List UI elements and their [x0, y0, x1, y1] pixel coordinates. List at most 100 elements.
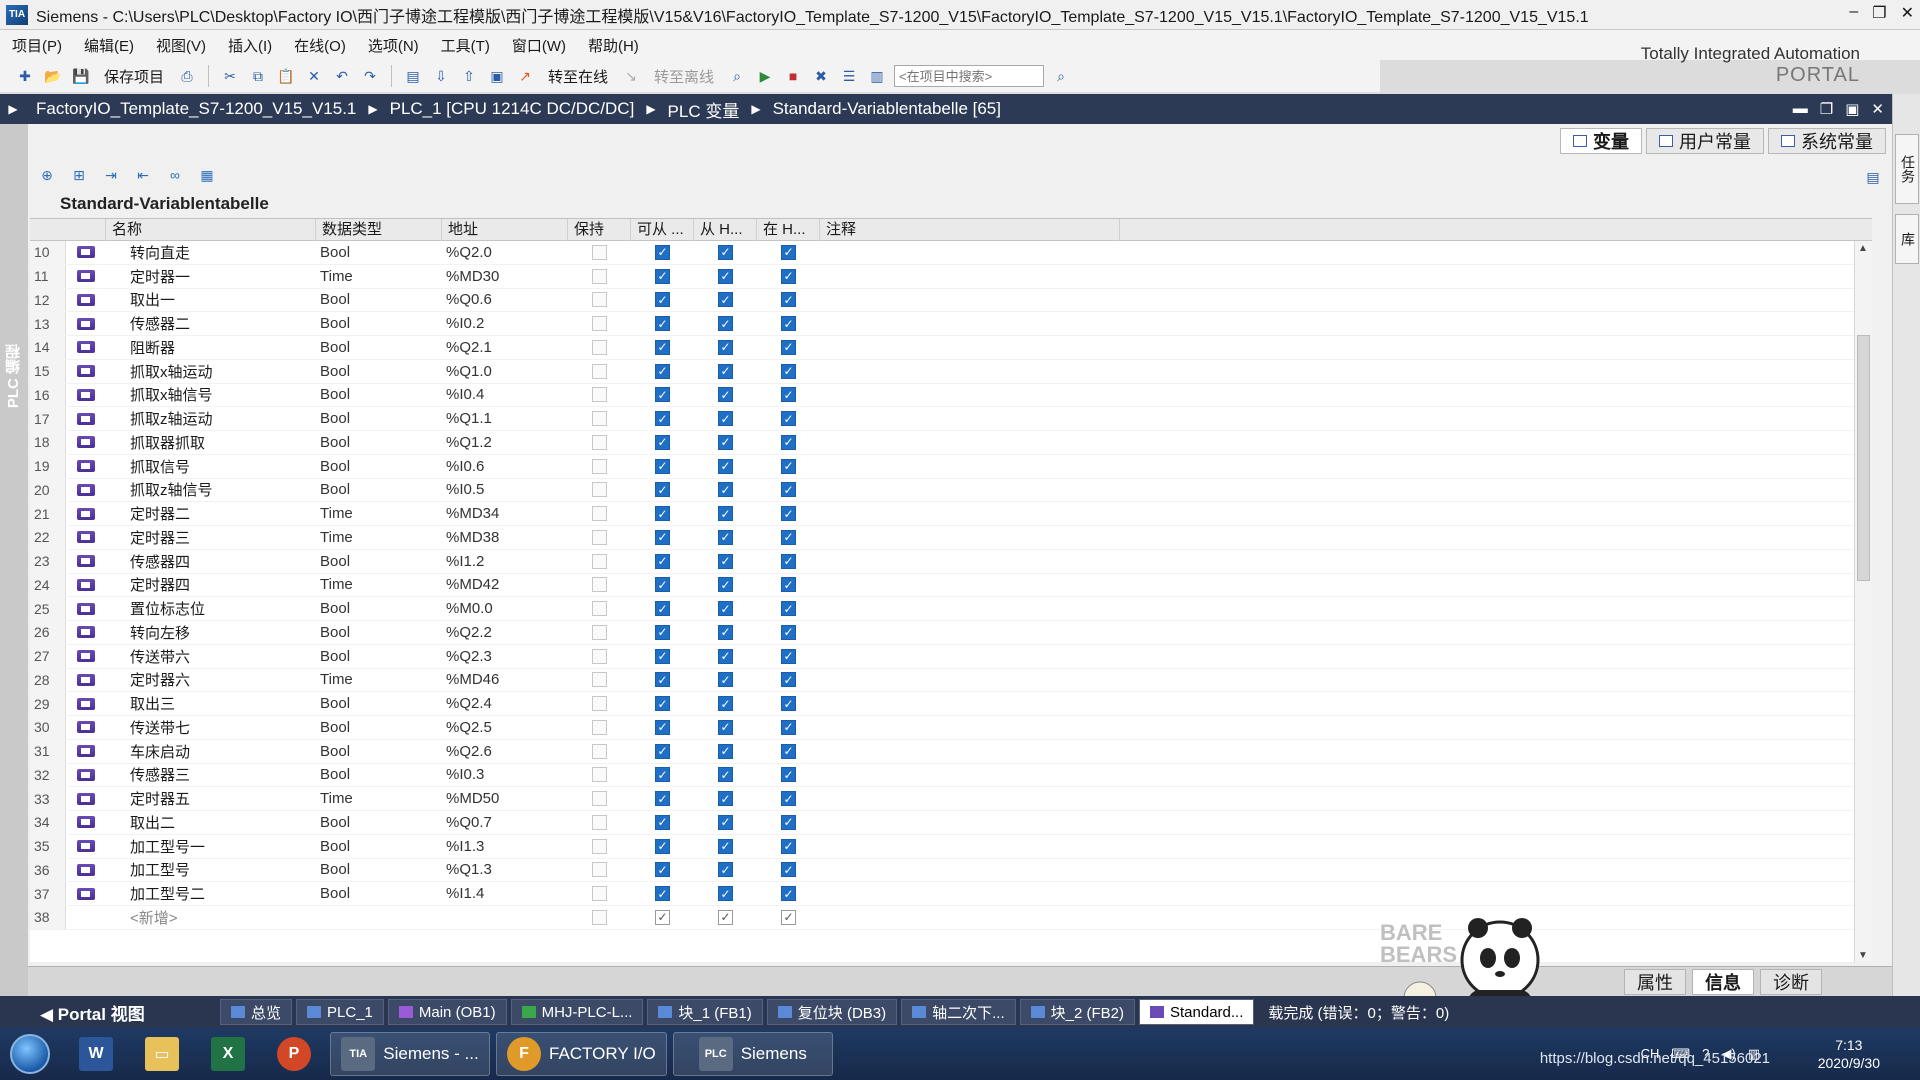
tag-name-cell[interactable]: 抓取x轴运动	[106, 361, 316, 382]
tab-block1-fb1[interactable]: 块_1 (FB1)	[647, 999, 763, 1025]
close-button[interactable]: ✕	[1901, 3, 1914, 23]
address-cell[interactable]: %I0.3	[442, 766, 568, 783]
new-row[interactable]: 38 <新增> ✓ ✓ ✓	[30, 906, 1872, 930]
table-row[interactable]: 25 置位标志位 Bool %M0.0 ✓ ✓ ✓	[30, 597, 1872, 621]
data-type-cell[interactable]: Time	[316, 505, 442, 522]
simulation-icon[interactable]: ▣	[486, 65, 508, 87]
visible-checkbox[interactable]: ✓	[781, 458, 796, 474]
table-row[interactable]: 28 定时器六 Time %MD46 ✓ ✓ ✓	[30, 668, 1872, 693]
retain-checkbox[interactable]	[592, 886, 607, 902]
visible-checkbox[interactable]: ✓	[781, 648, 796, 664]
address-cell[interactable]: %Q0.6	[442, 291, 568, 308]
table-row[interactable]: 37 加工型号二 Bool %I1.4 ✓ ✓ ✓	[30, 882, 1872, 906]
accessible-checkbox[interactable]: ✓	[655, 316, 670, 332]
address-cell[interactable]: %Q2.1	[442, 339, 568, 356]
accessible-checkbox[interactable]: ✓	[655, 244, 670, 260]
visible-checkbox[interactable]: ✓	[781, 601, 796, 617]
compile-icon[interactable]: ▤	[402, 65, 424, 87]
accessible-checkbox[interactable]: ✓	[655, 482, 670, 498]
visible-checkbox[interactable]: ✓	[781, 387, 796, 403]
download-icon[interactable]: ⇩	[430, 65, 452, 87]
save-icon[interactable]: 💾	[70, 65, 92, 87]
data-type-cell[interactable]: Time	[316, 529, 442, 546]
tag-name-cell[interactable]: 定时器一	[106, 266, 316, 287]
data-type-cell[interactable]: Bool	[316, 766, 442, 783]
scroll-down-icon[interactable]: ▼	[1858, 950, 1868, 961]
tab-user-constants[interactable]: 用户常量	[1646, 128, 1764, 154]
cross-reference-icon[interactable]: ✖	[810, 65, 832, 87]
start-cpu-icon[interactable]: ▶	[754, 65, 776, 87]
retain-checkbox[interactable]	[592, 696, 607, 712]
writable-checkbox[interactable]: ✓	[718, 814, 733, 830]
tab-diagnostics[interactable]: 诊断	[1760, 969, 1822, 995]
tag-name-cell[interactable]: 定时器四	[106, 574, 316, 595]
accessible-checkbox[interactable]: ✓	[655, 292, 670, 308]
visible-checkbox[interactable]: ✓	[781, 482, 796, 498]
accessible-checkbox[interactable]: ✓	[655, 719, 670, 735]
accessible-checkbox[interactable]: ✓	[655, 862, 670, 878]
address-cell[interactable]: %MD50	[442, 790, 568, 807]
menu-insert[interactable]: 插入(I)	[228, 35, 272, 56]
accessible-checkbox[interactable]: ✓	[655, 363, 670, 379]
writable-checkbox[interactable]: ✓	[718, 577, 733, 593]
address-cell[interactable]: %I0.5	[442, 481, 568, 498]
table-row[interactable]: 36 加工型号 Bool %Q1.3 ✓ ✓ ✓	[30, 858, 1872, 883]
undo-icon[interactable]: ↶	[331, 65, 353, 87]
writable-checkbox[interactable]: ✓	[718, 363, 733, 379]
table-row[interactable]: 16 抓取x轴信号 Bool %I0.4 ✓ ✓ ✓	[30, 383, 1872, 408]
tag-name-cell[interactable]: 传感器三	[106, 764, 316, 785]
data-type-cell[interactable]: Bool	[316, 600, 442, 617]
visible-checkbox[interactable]: ✓	[781, 292, 796, 308]
editor-maximize-button[interactable]: ▣	[1845, 100, 1859, 118]
tag-name-cell[interactable]: 阻断器	[106, 337, 316, 358]
tag-name-cell[interactable]: 加工型号二	[106, 883, 316, 904]
editor-float-button[interactable]: ❐	[1820, 100, 1833, 118]
writable-checkbox[interactable]: ✓	[718, 244, 733, 260]
tab-properties[interactable]: 属性	[1624, 969, 1686, 995]
writable-checkbox[interactable]: ✓	[718, 411, 733, 427]
table-row[interactable]: 15 抓取x轴运动 Bool %Q1.0 ✓ ✓ ✓	[30, 359, 1872, 384]
data-type-cell[interactable]: Bool	[316, 743, 442, 760]
address-cell[interactable]: %MD46	[442, 671, 568, 688]
visible-checkbox[interactable]: ✓	[781, 743, 796, 759]
accessible-checkbox[interactable]: ✓	[655, 767, 670, 783]
visible-checkbox[interactable]: ✓	[781, 553, 796, 569]
visible-checkbox[interactable]: ✓	[781, 719, 796, 735]
table-row[interactable]: 22 定时器三 Time %MD38 ✓ ✓ ✓	[30, 526, 1872, 550]
retain-checkbox[interactable]	[592, 244, 607, 260]
writable-checkbox[interactable]: ✓	[718, 862, 733, 878]
header-writable[interactable]: 从 H...	[694, 219, 757, 241]
menu-view[interactable]: 视图(V)	[156, 35, 206, 56]
tab-reset-db3[interactable]: 复位块 (DB3)	[766, 999, 898, 1025]
accessible-checkbox[interactable]: ✓	[655, 387, 670, 403]
writable-checkbox[interactable]: ✓	[718, 648, 733, 664]
tag-name-cell[interactable]: 传感器二	[106, 313, 316, 334]
taskbar-factory-io[interactable]: F FACTORY I/O	[496, 1032, 667, 1076]
table-row[interactable]: 12 取出一 Bool %Q0.6 ✓ ✓ ✓	[30, 288, 1872, 313]
split-vertical-icon[interactable]: ▥	[866, 65, 888, 87]
visible-checkbox[interactable]: ✓	[781, 672, 796, 688]
accessible-checkbox[interactable]: ✓	[655, 743, 670, 759]
menu-tools[interactable]: 工具(T)	[441, 35, 490, 56]
table-row[interactable]: 13 传感器二 Bool %I0.2 ✓ ✓ ✓	[30, 312, 1872, 336]
retain-checkbox[interactable]	[592, 791, 607, 807]
accessible-checkbox[interactable]: ✓	[655, 624, 670, 640]
table-row[interactable]: 29 取出三 Bool %Q2.4 ✓ ✓ ✓	[30, 692, 1872, 716]
retain-checkbox[interactable]	[592, 767, 607, 783]
menu-help[interactable]: 帮助(H)	[588, 35, 639, 56]
data-type-cell[interactable]: Time	[316, 576, 442, 593]
taskbar-explorer[interactable]: ▭	[132, 1032, 192, 1076]
portal-view-button[interactable]: ◀ Portal 视图	[0, 1000, 220, 1025]
address-cell[interactable]: %Q2.6	[442, 743, 568, 760]
address-cell[interactable]: %Q2.3	[442, 648, 568, 665]
stop-cpu-icon[interactable]: ■	[782, 65, 804, 87]
tag-name-cell[interactable]: 抓取z轴运动	[106, 408, 316, 429]
writable-checkbox[interactable]: ✓	[718, 387, 733, 403]
visible-checkbox[interactable]: ✓	[781, 529, 796, 545]
address-cell[interactable]: %Q1.0	[442, 363, 568, 380]
header-visible[interactable]: 在 H...	[757, 219, 820, 241]
address-cell[interactable]: %I1.4	[442, 885, 568, 902]
header-comment[interactable]: 注释	[820, 219, 1120, 241]
scroll-up-icon[interactable]: ▲	[1858, 243, 1868, 254]
writable-checkbox[interactable]: ✓	[718, 791, 733, 807]
